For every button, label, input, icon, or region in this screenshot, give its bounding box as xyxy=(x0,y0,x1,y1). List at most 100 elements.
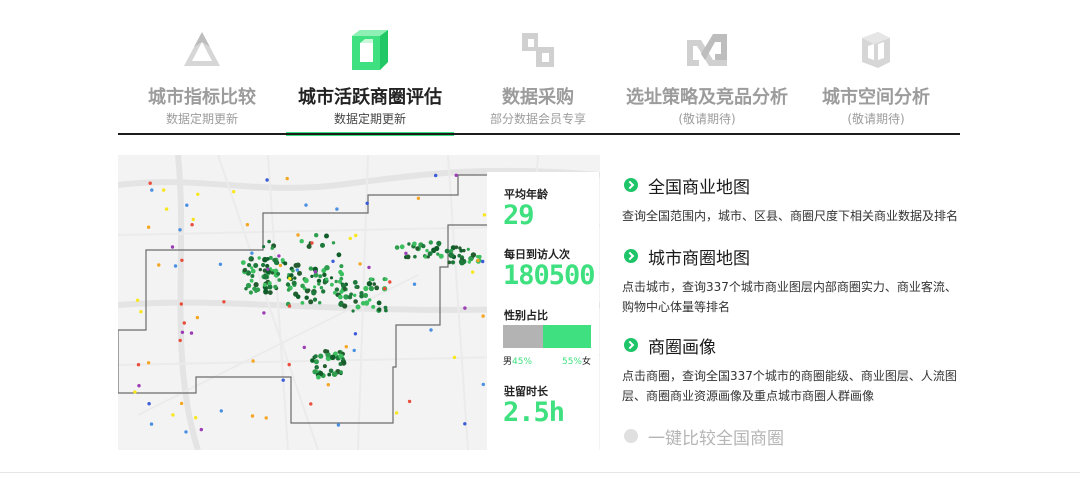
blocks-icon xyxy=(522,33,554,67)
map-poi-dot xyxy=(388,280,392,284)
map-poi-dot xyxy=(296,233,300,237)
female-label: 女 xyxy=(581,357,591,367)
map-poi-dot xyxy=(133,390,137,394)
map-poi-dot xyxy=(481,382,485,387)
feature-city-district-map: 城市商圈地图 点击城市，查询337个城市商业图层内部商圈实力、商业客流、购物中心… xyxy=(622,244,962,314)
map-poi-dot xyxy=(322,364,327,369)
map-poi-dot xyxy=(478,254,482,259)
map-poi-dot xyxy=(336,423,341,427)
map-poi-dot xyxy=(447,260,452,265)
map-poi-dot xyxy=(405,254,411,260)
tab-active-district-assessment[interactable]: 城市活跃商圈评估 数据定期更新 xyxy=(286,0,454,136)
map-poi-dot xyxy=(251,359,255,363)
map-poi-dot xyxy=(137,384,141,388)
map-poi-dot xyxy=(180,258,184,262)
map-poi-dot xyxy=(273,284,278,289)
map-poi-dot xyxy=(311,290,317,296)
tab-data-purchase[interactable]: 数据采购 部分数据会员专享 xyxy=(454,0,622,136)
map-poi-dot xyxy=(428,240,433,245)
map-poi-dot xyxy=(412,282,417,286)
map-poi-dot xyxy=(162,188,166,192)
feature-desc: 查询全国范围内，城市、区县、商圈尺度下相关商业数据及排名 xyxy=(622,209,959,223)
map-poi-dot xyxy=(219,409,223,413)
avg-age-value: 29 xyxy=(503,200,535,231)
map-poi-dot xyxy=(413,254,417,259)
map-poi-dot xyxy=(339,271,345,277)
map-poi-dot xyxy=(267,239,271,244)
cube-frame-icon xyxy=(352,30,388,70)
map-poi-dot xyxy=(310,241,314,245)
map-poi-dot xyxy=(178,338,182,343)
tab-city-index-compare[interactable]: 城市指标比较 数据定期更新 xyxy=(118,0,286,136)
map-poi-dot xyxy=(452,355,457,360)
map-poi-dot xyxy=(273,260,279,265)
map-poi-dot xyxy=(264,416,268,420)
circle-icon xyxy=(624,429,638,443)
map-poi-dot xyxy=(367,265,371,270)
map-poi-dot xyxy=(173,264,178,268)
map-poi-dot xyxy=(318,353,324,359)
feature-title: 城市商圈地图 xyxy=(648,249,750,269)
map-poi-dot xyxy=(257,256,261,260)
map-poi-dot xyxy=(437,243,441,247)
tab-site-strategy[interactable]: 选址策略及竞品分析 (敬请期待) xyxy=(622,0,792,136)
map-poi-dot xyxy=(258,267,262,272)
map-poi-dot xyxy=(463,306,467,310)
map-poi-dot xyxy=(139,310,143,314)
map-poi-dot xyxy=(291,280,297,286)
map-poi-dot xyxy=(331,259,335,263)
map-poi-dot xyxy=(276,272,281,276)
map-poi-dot xyxy=(481,314,485,318)
map-poi-dot xyxy=(262,256,268,263)
map-poi-dot xyxy=(270,246,274,250)
map-poi-dot xyxy=(463,422,467,426)
male-pct: 45% xyxy=(512,357,533,367)
tab-title: 选址策略及竞品分析 xyxy=(626,87,788,108)
map-poi-dot xyxy=(404,251,408,255)
map-poi-dot xyxy=(330,282,334,287)
map-poi-dot xyxy=(331,371,338,377)
map-poi-dot xyxy=(448,252,455,258)
feature-district-profile-head[interactable]: 商圈画像 xyxy=(622,333,962,358)
map-poi-dot xyxy=(299,239,304,244)
feature-city-district-map-head[interactable]: 城市商圈地图 xyxy=(622,244,962,269)
map-poi-dot xyxy=(277,254,281,258)
map-poi-dot xyxy=(244,287,248,291)
map-poi-dot xyxy=(300,301,305,305)
map-poi-dot xyxy=(179,302,183,306)
map-poi-dot xyxy=(255,287,261,292)
map-poi-dot xyxy=(150,188,154,192)
map-poi-dot xyxy=(313,359,319,365)
map-poi-dot xyxy=(352,280,358,285)
map-poi-dot xyxy=(339,289,344,294)
map-poi-dot xyxy=(278,263,283,268)
map-poi-dot xyxy=(438,253,444,259)
daily-visits-value: 180500 xyxy=(503,260,596,291)
map-poi-dot xyxy=(191,217,195,222)
map-poi-dot xyxy=(331,241,336,245)
map-poi-dot xyxy=(218,262,223,266)
map-poi-dot xyxy=(351,309,355,313)
map-poi-dot xyxy=(320,242,325,248)
feature-compare-districts-head[interactable]: 一键比较全国商圈 xyxy=(622,424,962,449)
map-poi-dot xyxy=(263,274,269,280)
map-poi-dot xyxy=(304,288,310,294)
map-poi-dot xyxy=(253,263,259,268)
map-poi-dot xyxy=(330,354,336,361)
map-poi-dot xyxy=(450,260,456,265)
male-label: 男 xyxy=(503,357,513,367)
map-poi-dot xyxy=(313,285,317,289)
map-poi-dot xyxy=(293,276,297,280)
map-poi-dot xyxy=(170,245,175,249)
map-poi-dot xyxy=(240,260,246,265)
map-poi-dot xyxy=(262,245,266,249)
map-poi-dot xyxy=(383,286,387,291)
map-poi-dot xyxy=(293,263,299,268)
map-poi-dot xyxy=(467,260,471,264)
tab-city-space-analysis[interactable]: 城市空间分析 (敬请期待) xyxy=(792,0,960,136)
map-poi-dot xyxy=(178,228,182,232)
map-poi-dot xyxy=(344,345,348,349)
map-poi-dot xyxy=(371,304,376,309)
map-poi-dot xyxy=(369,277,373,281)
feature-national-map-head[interactable]: 全国商业地图 xyxy=(622,173,962,198)
